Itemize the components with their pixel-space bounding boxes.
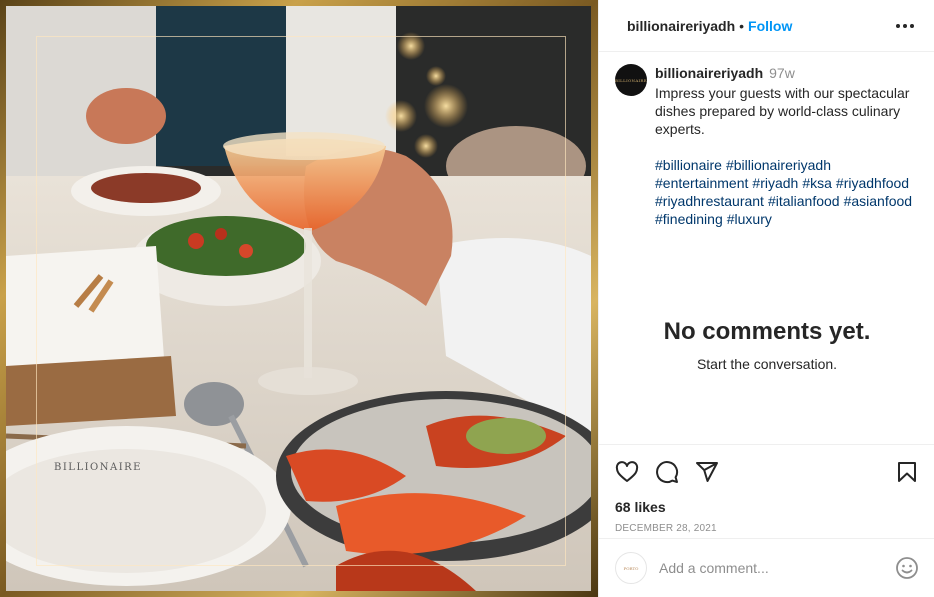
hashtag-link[interactable]: #riyadhfood <box>836 175 909 191</box>
more-options-icon[interactable] <box>892 20 918 32</box>
caption-hashtags: #billionaire #billionaireriyadh #entertai… <box>655 156 917 228</box>
viewer-avatar-text: PORTO <box>623 565 639 571</box>
share-icon[interactable] <box>695 460 719 484</box>
heart-icon[interactable] <box>615 460 639 484</box>
more-dot <box>903 23 907 28</box>
emoji-icon[interactable] <box>895 556 919 580</box>
post-header: billionaireriyadh • Follow <box>599 0 934 52</box>
more-dot <box>910 23 914 28</box>
hashtag-link[interactable]: #billionaireriyadh <box>726 157 831 173</box>
caption-body: billionaireriyadh 97w Impress your guests… <box>655 64 917 432</box>
hashtag-link[interactable]: #riyadh <box>752 175 798 191</box>
hashtag-link[interactable]: #entertainment <box>655 175 748 191</box>
post-photo[interactable]: BILLIONAIRE <box>6 6 591 591</box>
author-avatar-text: BILLIONAIRE <box>615 77 647 83</box>
post-side-panel: billionaireriyadh • Follow BILLIONAIRE b… <box>598 0 934 597</box>
comment-bar: PORTO <box>599 538 934 597</box>
empty-comments-title: No comments yet. <box>663 318 871 345</box>
caption-username[interactable]: billionaireriyadh <box>655 65 763 81</box>
follow-button[interactable]: Follow <box>748 18 792 34</box>
likes-count[interactable]: 68 likes <box>615 499 919 515</box>
dining-scene-illustration <box>6 6 591 591</box>
plate-brand-text: BILLIONAIRE <box>54 462 142 473</box>
instagram-post: BILLIONAIRE billionaireriyadh • Follow B… <box>0 0 934 597</box>
hashtag-link[interactable]: #billionaire <box>655 157 722 173</box>
comment-icon[interactable] <box>655 460 679 484</box>
header-username[interactable]: billionaireriyadh <box>627 18 735 34</box>
action-bar: 68 likes December 28, 2021 <box>599 444 934 534</box>
post-date[interactable]: December 28, 2021 <box>615 523 919 534</box>
action-icons <box>615 457 919 487</box>
header-separator: • <box>739 17 745 34</box>
hashtag-link[interactable]: #luxury <box>727 211 772 227</box>
empty-comments: No comments yet. Start the conversation. <box>599 318 934 372</box>
empty-comments-subtitle: Start the conversation. <box>696 356 838 372</box>
hashtag-link[interactable]: #ksa <box>802 175 832 191</box>
hashtag-link[interactable]: #finedining <box>655 211 723 227</box>
bookmark-icon[interactable] <box>895 460 919 484</box>
author-avatar[interactable]: BILLIONAIRE <box>615 64 647 96</box>
caption-text: Impress your guests with our spectacular… <box>655 85 910 137</box>
hashtag-link[interactable]: #asianfood <box>844 193 913 209</box>
more-dot <box>896 23 900 28</box>
hashtag-link[interactable]: #italianfood <box>768 193 840 209</box>
caption: BILLIONAIRE billionaireriyadh 97w Impress… <box>599 52 934 444</box>
viewer-avatar: PORTO <box>615 552 647 584</box>
comment-input[interactable] <box>659 560 879 576</box>
hashtag-link[interactable]: #riyadhrestaurant <box>655 193 764 209</box>
caption-time[interactable]: 97w <box>769 65 795 81</box>
post-media[interactable]: BILLIONAIRE <box>0 0 598 597</box>
